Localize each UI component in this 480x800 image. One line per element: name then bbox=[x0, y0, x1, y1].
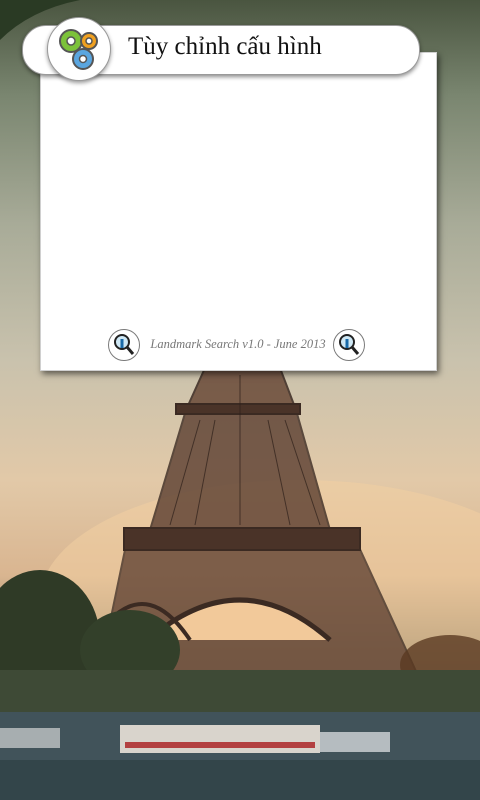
gears-icon[interactable] bbox=[47, 17, 111, 81]
magnifier-icon bbox=[114, 334, 135, 355]
magnifier-icon bbox=[339, 334, 360, 355]
page-title: Tùy chỉnh cấu hình bbox=[128, 33, 322, 60]
landmark-search-icon-left[interactable] bbox=[108, 329, 140, 361]
gears-graphic bbox=[59, 29, 98, 70]
version-text: Landmark Search v1.0 - June 2013 bbox=[150, 337, 326, 351]
panel-footer: Landmark Search v1.0 - June 2013 bbox=[108, 329, 365, 361]
landmark-search-icon-right[interactable] bbox=[333, 329, 365, 361]
settings-panel bbox=[40, 52, 437, 371]
